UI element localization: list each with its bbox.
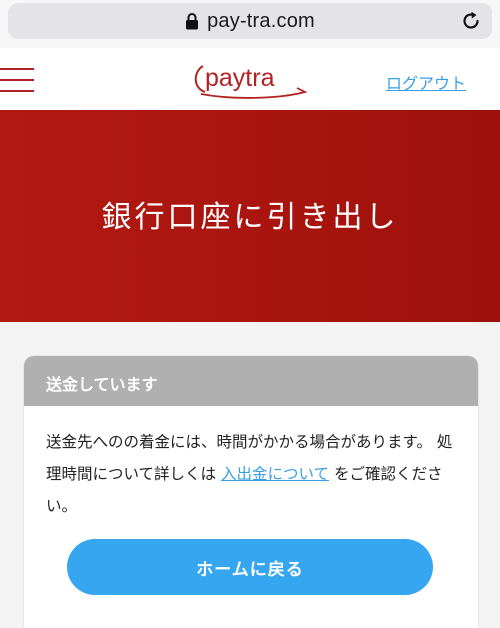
browser-address-bar: pay-tra.com xyxy=(0,0,500,48)
card-message: 送金先へのの着金には、時間がかかる場合があります。 処理時間について詳しくは 入… xyxy=(24,406,478,522)
site-header: paytra ログアウト xyxy=(0,48,500,110)
paytra-logo[interactable]: paytra xyxy=(193,54,309,104)
hero-banner: 銀行口座に引き出し xyxy=(0,110,500,322)
url-field[interactable]: pay-tra.com xyxy=(8,3,492,39)
hamburger-menu-icon[interactable] xyxy=(0,68,36,92)
status-card: 送金しています 送金先へのの着金には、時間がかかる場合があります。 処理時間につ… xyxy=(24,356,478,628)
url-text: pay-tra.com xyxy=(207,9,315,32)
logout-link[interactable]: ログアウト xyxy=(386,70,466,94)
logo-text: paytra xyxy=(205,64,275,92)
page-title: 銀行口座に引き出し xyxy=(101,200,399,235)
lock-icon xyxy=(186,13,199,30)
home-button[interactable]: ホームに戻る xyxy=(67,539,433,595)
deposit-withdrawal-info-link[interactable]: 入出金について xyxy=(221,465,329,483)
card-header-title: 送金しています xyxy=(24,356,478,406)
reload-icon[interactable] xyxy=(460,10,482,32)
url-wrapper: pay-tra.com xyxy=(8,3,492,39)
